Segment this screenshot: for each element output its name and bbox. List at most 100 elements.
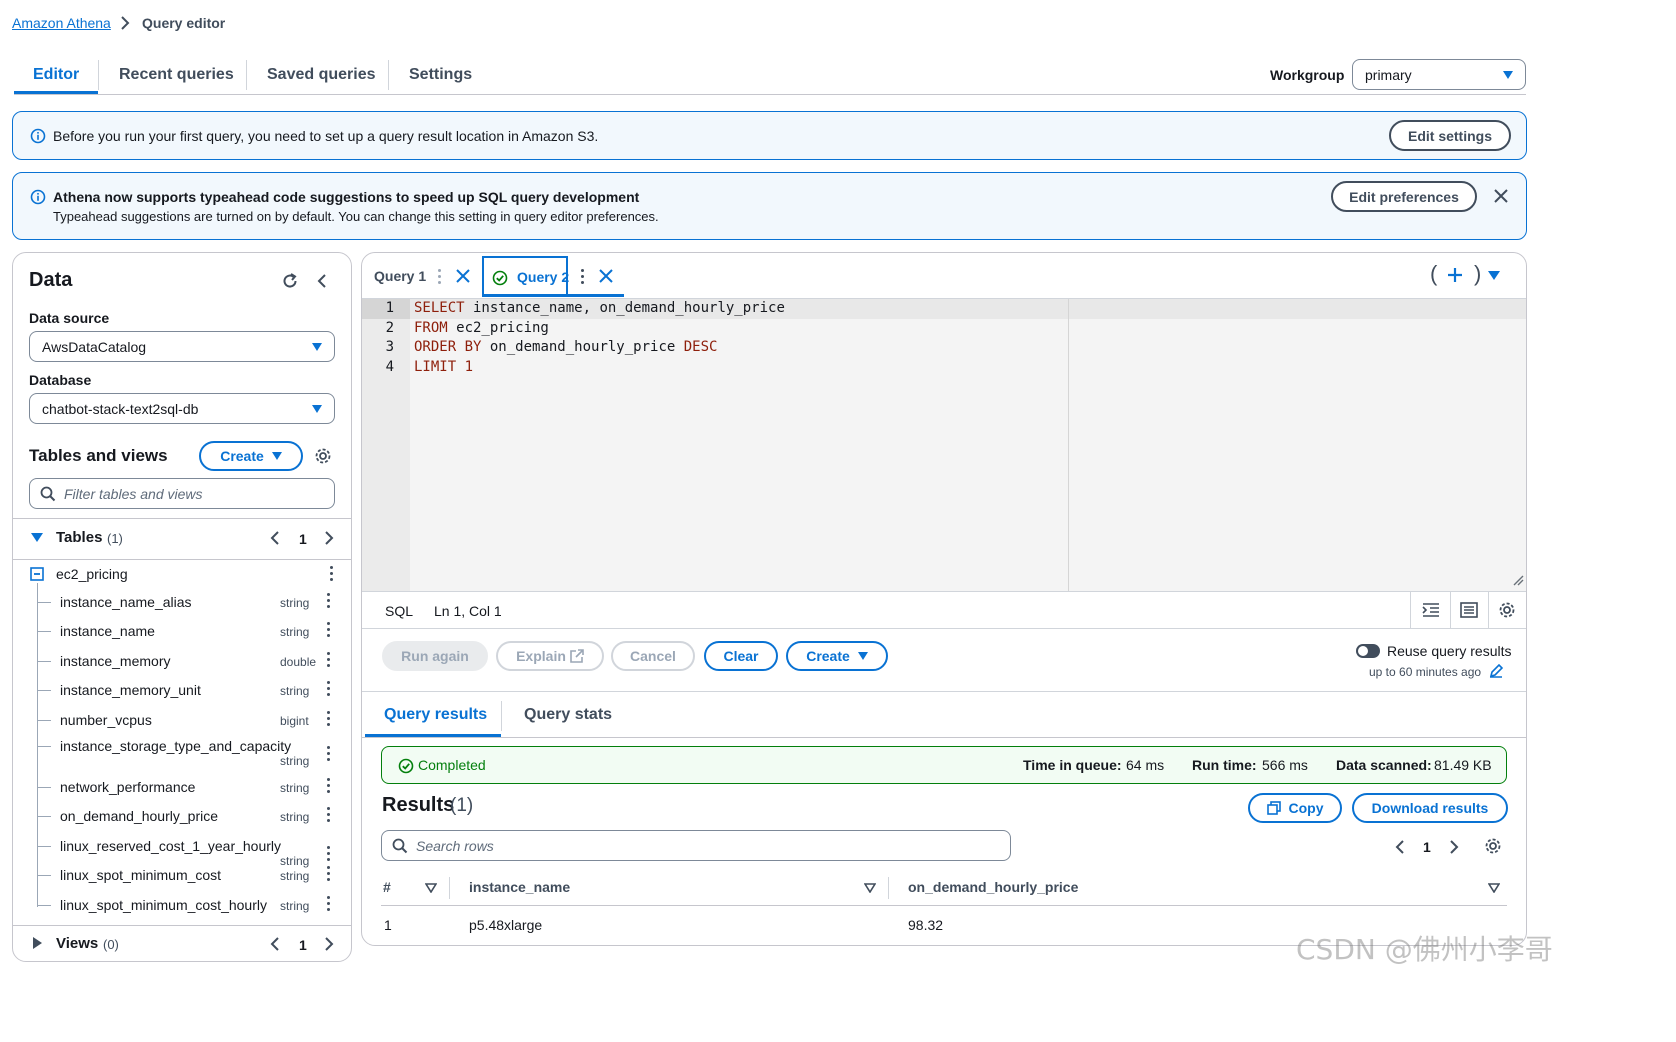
cell-on-demand-price: 98.32: [908, 917, 944, 933]
column-actions-menu-icon[interactable]: [326, 746, 330, 761]
gear-icon[interactable]: [1498, 601, 1516, 619]
tab-editor[interactable]: Editor: [33, 66, 79, 84]
code-line[interactable]: 3 ORDER BY on_demand_hourly_price DESC: [362, 339, 1262, 358]
results-page-number[interactable]: 1: [1423, 839, 1431, 855]
close-icon[interactable]: [599, 269, 613, 283]
column-item[interactable]: linux_spot_minimum_cost string: [0, 861, 340, 891]
collapse-panel-icon[interactable]: [317, 273, 327, 289]
column-actions-menu-icon[interactable]: [326, 681, 330, 696]
chevron-left-icon[interactable]: [270, 936, 280, 952]
query-tab-2[interactable]: Query 2: [482, 256, 569, 296]
column-actions-menu-icon[interactable]: [326, 866, 330, 881]
tab-settings[interactable]: Settings: [409, 66, 472, 84]
tab-query-stats[interactable]: Query stats: [524, 706, 612, 724]
column-item[interactable]: linux_reserved_cost_1_year_hourly string: [0, 832, 340, 868]
refresh-icon[interactable]: [281, 272, 299, 290]
column-item[interactable]: instance_name_alias string: [0, 588, 340, 618]
filter-tables-input[interactable]: Filter tables and views: [29, 478, 335, 509]
query-tab-2-menu-icon[interactable]: [580, 269, 584, 284]
column-header-on-demand-price[interactable]: on_demand_hourly_price: [908, 879, 1078, 895]
code-text: ORDER BY on_demand_hourly_price DESC: [414, 339, 717, 355]
column-item[interactable]: linux_spot_minimum_cost_hourly string: [0, 891, 340, 921]
gear-icon[interactable]: [1484, 837, 1502, 855]
column-item[interactable]: instance_memory double: [0, 647, 340, 677]
explain-button[interactable]: Explain: [496, 641, 604, 671]
workgroup-select[interactable]: primary: [1352, 59, 1526, 90]
search-rows-input[interactable]: Search rows: [381, 830, 1011, 861]
column-item[interactable]: instance_name string: [0, 617, 340, 647]
column-actions-menu-icon[interactable]: [326, 778, 330, 793]
s3-location-banner: Before you run your first query, you nee…: [12, 111, 1527, 160]
column-item[interactable]: instance_memory_unit string: [0, 676, 340, 706]
chevron-right-icon[interactable]: [324, 530, 334, 546]
sort-icon[interactable]: [864, 883, 876, 893]
column-type: string: [280, 625, 310, 639]
column-type: string: [280, 899, 310, 913]
code-line[interactable]: 4 LIMIT 1: [362, 359, 1262, 378]
column-item[interactable]: network_performance string: [0, 773, 340, 803]
table-actions-menu-icon[interactable]: [329, 566, 333, 581]
code-text: LIMIT 1: [414, 359, 473, 375]
caret-down-icon[interactable]: [1488, 271, 1500, 281]
run-again-button[interactable]: Run again: [382, 641, 488, 671]
code-line[interactable]: 1 SELECT instance_name, on_demand_hourly_…: [362, 300, 1262, 319]
views-page-number[interactable]: 1: [299, 937, 307, 953]
create-button[interactable]: Create: [786, 641, 888, 671]
results-title: Results: [382, 794, 455, 816]
chevron-right-icon[interactable]: [1449, 839, 1459, 855]
collapse-tree-icon[interactable]: [30, 567, 44, 581]
breadcrumb-root-link[interactable]: Amazon Athena: [12, 15, 111, 31]
edit-pencil-icon[interactable]: [1489, 664, 1503, 678]
tables-views-title: Tables and views: [29, 446, 168, 465]
column-item[interactable]: on_demand_hourly_price string: [0, 802, 340, 832]
chevron-left-icon[interactable]: [1395, 839, 1405, 855]
download-results-button[interactable]: Download results: [1352, 793, 1508, 823]
tab-saved-queries[interactable]: Saved queries: [267, 66, 376, 84]
column-header-index: #: [383, 879, 391, 895]
column-actions-menu-icon[interactable]: [326, 652, 330, 667]
copy-results-button[interactable]: Copy: [1248, 793, 1342, 823]
sort-icon[interactable]: [425, 883, 437, 893]
clear-button[interactable]: Clear: [704, 641, 778, 671]
column-actions-menu-icon[interactable]: [326, 593, 330, 608]
column-actions-menu-icon[interactable]: [326, 807, 330, 822]
table-name[interactable]: ec2_pricing: [56, 566, 128, 582]
database-value: chatbot-stack-text2sql-db: [42, 400, 199, 417]
column-item[interactable]: instance_storage_type_and_capacity string: [0, 732, 340, 768]
tree-connector: [37, 661, 51, 662]
data-source-select[interactable]: AwsDataCatalog: [29, 331, 335, 362]
column-name: instance_name_alias: [60, 594, 192, 610]
create-table-button[interactable]: Create: [199, 441, 303, 471]
caret-down-icon[interactable]: [31, 533, 43, 543]
time-in-queue-value: 64 ms: [1126, 757, 1165, 773]
resize-handle-icon[interactable]: [1512, 574, 1524, 586]
tab-recent-queries[interactable]: Recent queries: [119, 66, 234, 84]
column-actions-menu-icon[interactable]: [326, 711, 330, 726]
tab-query-results[interactable]: Query results: [384, 706, 487, 724]
column-actions-menu-icon[interactable]: [326, 896, 330, 911]
code-line[interactable]: 2 FROM ec2_pricing: [362, 320, 1262, 339]
format-query-icon[interactable]: [1422, 602, 1440, 618]
close-icon[interactable]: [1494, 189, 1508, 203]
gear-icon[interactable]: [314, 447, 332, 465]
reuse-results-toggle[interactable]: [1356, 644, 1380, 658]
database-select[interactable]: chatbot-stack-text2sql-db: [29, 393, 335, 424]
keyboard-shortcuts-icon[interactable]: [1460, 602, 1478, 618]
column-actions-menu-icon[interactable]: [326, 622, 330, 637]
chevron-right-icon[interactable]: [324, 936, 334, 952]
sort-icon[interactable]: [1488, 883, 1500, 893]
query-tab-1-menu-icon[interactable]: [437, 269, 441, 284]
edit-preferences-button[interactable]: Edit preferences: [1331, 181, 1477, 212]
tables-page-number[interactable]: 1: [299, 531, 307, 547]
column-header-instance-name[interactable]: instance_name: [469, 879, 570, 895]
add-query-icon[interactable]: [1447, 267, 1463, 283]
cancel-button[interactable]: Cancel: [611, 641, 695, 671]
sql-code-editor[interactable]: 1 SELECT instance_name, on_demand_hourly_…: [362, 298, 1526, 592]
caret-right-icon[interactable]: [33, 937, 43, 949]
edit-settings-button[interactable]: Edit settings: [1389, 120, 1511, 151]
column-actions-menu-icon[interactable]: [326, 846, 330, 861]
chevron-left-icon[interactable]: [270, 530, 280, 546]
tables-count: (1): [107, 531, 123, 546]
query-tab-1[interactable]: Query 1: [374, 268, 426, 284]
close-icon[interactable]: [456, 269, 470, 283]
